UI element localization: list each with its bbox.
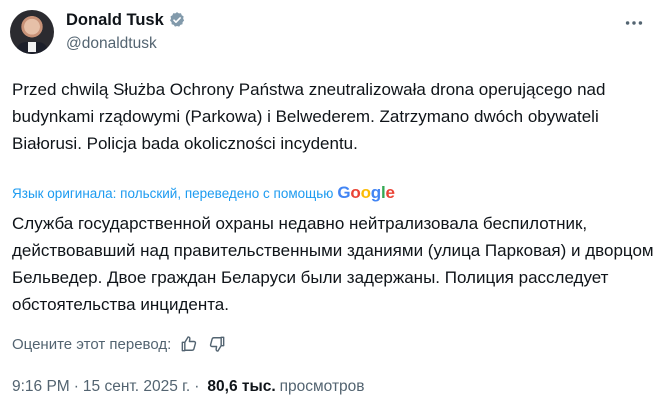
views-count: 80,6 тыс. xyxy=(207,378,276,395)
thumbs-up-icon[interactable] xyxy=(179,334,199,354)
tweet-time[interactable]: 9:16 PM xyxy=(12,378,70,396)
rate-translation: Оцените этот перевод: xyxy=(12,333,227,355)
tweet-text: Przed chwilą Służba Ochrony Państwa zneu… xyxy=(12,80,606,153)
translation-notice-text[interactable]: Язык оригинала: польский, переведено с п… xyxy=(12,186,333,201)
views-label: просмотров xyxy=(279,378,365,395)
meta-separator: · xyxy=(73,378,79,395)
translation-notice[interactable]: Язык оригинала: польский, переведено с п… xyxy=(12,183,395,203)
author-name-line: Donald Tusk xyxy=(66,9,186,31)
avatar[interactable] xyxy=(10,10,54,54)
author-handle[interactable]: @donaldtusk xyxy=(66,35,157,53)
tweet-date[interactable]: 15 сент. 2025 г. xyxy=(83,378,190,396)
avatar-collar xyxy=(28,42,36,52)
thumbs-down-icon[interactable] xyxy=(207,334,227,354)
author-display-name[interactable]: Donald Tusk xyxy=(66,11,164,30)
more-options-icon[interactable] xyxy=(623,12,645,34)
verified-badge-icon xyxy=(168,11,186,29)
google-logo: Google xyxy=(337,183,395,202)
meta-separator: · xyxy=(194,378,200,395)
tweet-meta: 9:16 PM · 15 сент. 2025 г. · 80,6 тыс. п… xyxy=(12,376,365,398)
translated-text: Служба государственной охраны недавно не… xyxy=(12,214,654,314)
rate-translation-label: Оцените этот перевод: xyxy=(12,335,172,353)
